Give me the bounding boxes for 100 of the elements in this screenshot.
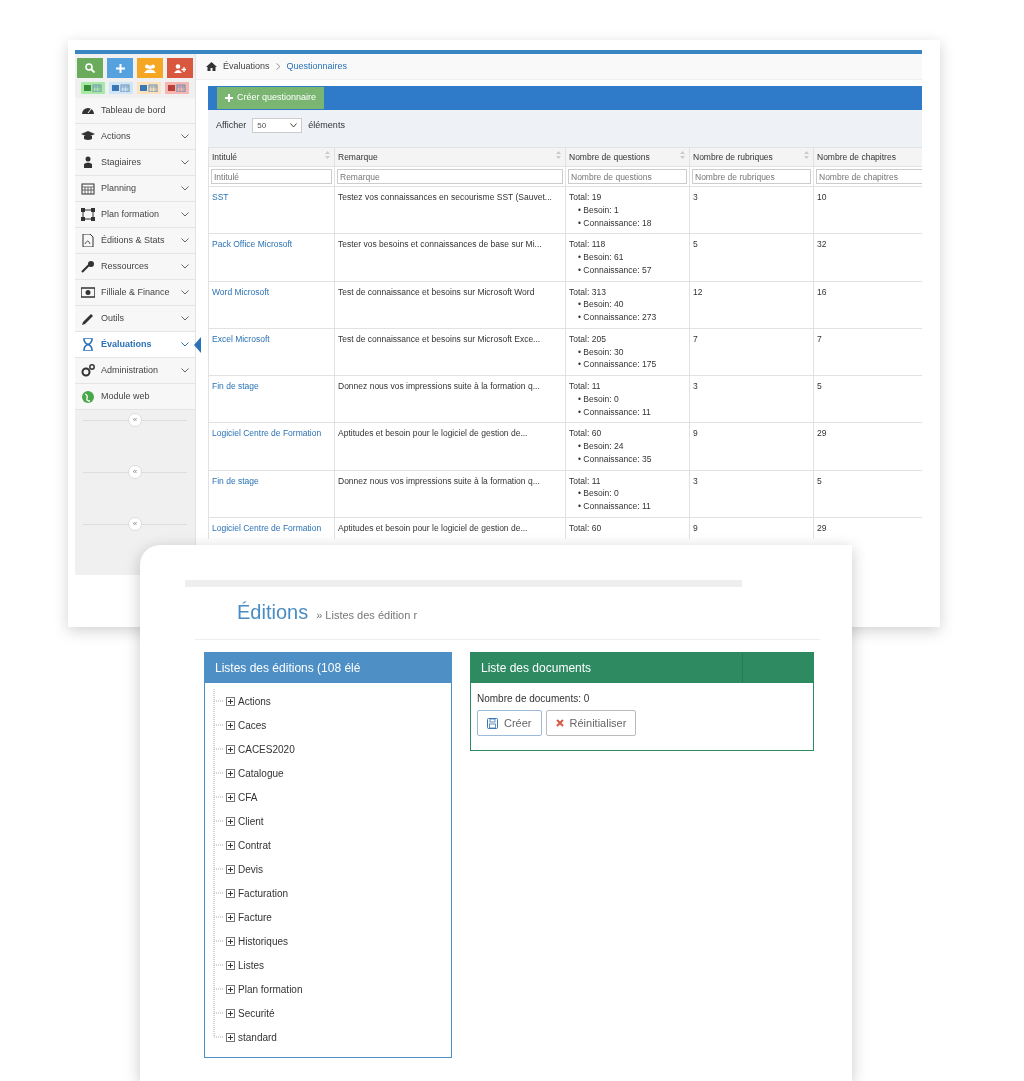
tree-line — [213, 713, 223, 737]
user-add-button[interactable] — [167, 58, 193, 78]
tree-item[interactable]: CFA — [238, 789, 258, 805]
expand-icon[interactable] — [226, 816, 235, 826]
tree-item[interactable]: Listes — [238, 957, 265, 973]
filter-field[interactable]: Remarque — [337, 169, 563, 184]
cross-icon — [555, 719, 564, 727]
sidebar-item[interactable]: Actions — [75, 124, 195, 150]
column-header[interactable]: Intitulé — [208, 147, 335, 167]
calendar-shortcut-icon — [168, 84, 186, 92]
questionnaire-link[interactable]: Fin de stage — [212, 381, 259, 391]
expand-icon[interactable] — [226, 1032, 235, 1042]
tree-item[interactable]: CACES2020 — [238, 741, 295, 757]
sidebar-item[interactable]: Planning — [75, 176, 195, 202]
tree-item[interactable]: Plan formation — [238, 981, 303, 997]
search-icon — [85, 63, 95, 73]
expand-icon[interactable] — [226, 888, 235, 898]
document-count: Nombre de documents: 0 — [477, 692, 591, 706]
table-cell: 5 — [813, 375, 922, 423]
sidebar-item[interactable]: Filliale & Finance — [75, 280, 195, 306]
questionnaire-link[interactable]: Excel Microsoft — [212, 333, 270, 344]
question-total: Total: 313 — [569, 285, 607, 299]
table-cell: Test de connaissance et besoins sur Microsoft Word — [334, 281, 566, 329]
tree-item[interactable]: Catalogue — [238, 765, 284, 781]
sidebar-item[interactable]: Administration — [75, 358, 195, 384]
question-count: • Besoin: 0 — [578, 487, 620, 500]
questionnaire-link[interactable]: Word Microsoft — [212, 286, 269, 297]
question-count: • Besoin: 24 — [578, 440, 625, 453]
tree-item[interactable]: Historiques — [238, 933, 289, 949]
create-button[interactable]: Créer — [477, 710, 542, 736]
tree-item[interactable]: Actions — [238, 693, 271, 709]
question-count: • Besoin: 30 — [578, 345, 625, 359]
tree-item[interactable]: Facture — [238, 909, 272, 925]
tree-item[interactable]: Client — [238, 813, 264, 829]
column-header[interactable]: Nombre de questions — [565, 147, 690, 167]
add-button[interactable] — [107, 58, 133, 78]
tree-item[interactable]: Securité — [238, 1005, 275, 1021]
filter-field[interactable]: Nombre de chapitres — [816, 169, 922, 184]
table-cell: Test de connaissance et besoins sur Microsoft Exce... — [334, 328, 566, 376]
filter-field[interactable]: Intitulé — [211, 169, 332, 184]
tree-item[interactable]: Facturation — [238, 885, 289, 901]
breadcrumb-subtitle: » Listes des édition r — [316, 608, 418, 623]
expand-icon[interactable] — [226, 912, 235, 922]
selection-pointer-icon — [194, 337, 201, 353]
tree-item[interactable]: Devis — [238, 861, 263, 877]
breadcrumb-link[interactable]: Évaluations — [223, 59, 270, 74]
filter-field[interactable]: Nombre de questions — [568, 169, 687, 184]
sidebar-item[interactable]: Plan formation — [75, 202, 195, 228]
calendar-shortcut-icon — [112, 84, 130, 92]
reset-button[interactable]: Réinitialiser — [545, 710, 637, 736]
tree-item[interactable]: Contrat — [238, 837, 271, 853]
question-total: Total: 205 — [569, 332, 607, 346]
questionnaire-link[interactable]: SST — [212, 192, 229, 202]
expand-icon[interactable] — [226, 960, 235, 970]
expand-icon[interactable] — [226, 984, 235, 994]
table-cell: 7 — [689, 328, 814, 376]
expand-icon[interactable] — [226, 792, 235, 802]
sidebar-item[interactable]: Éditions & Stats — [75, 228, 195, 254]
collapse-toggle[interactable]: « — [128, 517, 142, 531]
graduation-cap-icon — [81, 130, 95, 143]
questionnaire-link[interactable]: Pack Office Microsoft — [212, 239, 293, 250]
question-total: Total: 11 — [569, 474, 602, 488]
expand-icon[interactable] — [226, 1008, 235, 1018]
expand-icon[interactable] — [226, 744, 235, 754]
collapse-toggle[interactable]: « — [128, 465, 142, 479]
calendar-shortcut-icon — [84, 84, 102, 92]
table-cell: Aptitudes et besoin pour le logiciel de gestion de... — [334, 517, 566, 539]
sidebar-item[interactable]: Outils — [75, 306, 195, 332]
table-cell: 10 — [813, 186, 922, 234]
sidebar-item[interactable]: Module web — [75, 384, 195, 410]
expand-icon[interactable] — [226, 864, 235, 874]
question-count: • Connaissance: 11 — [578, 405, 652, 419]
search-button[interactable] — [77, 58, 103, 78]
sidebar-item[interactable]: Ressources — [75, 254, 195, 280]
column-header[interactable]: Remarque — [334, 147, 566, 167]
panel-title: Listes des éditions (108 élé — [205, 653, 451, 683]
sidebar-item[interactable]: Tableau de bord — [75, 98, 195, 124]
column-header[interactable]: Nombre de rubriques — [689, 147, 814, 167]
expand-icon[interactable] — [226, 936, 235, 946]
tree-item[interactable]: Caces — [238, 717, 267, 733]
collapse-toggle[interactable]: « — [128, 413, 142, 427]
tree-line — [213, 929, 223, 953]
questionnaire-link[interactable]: Fin de stage — [212, 475, 259, 486]
filter-field[interactable]: Nombre de rubriques — [692, 169, 811, 184]
document-icon — [81, 234, 95, 247]
frame-icon — [81, 208, 95, 221]
expand-icon[interactable] — [226, 840, 235, 850]
table-cell: Testez vos connaissances en secourisme SST (Sauvet... — [334, 186, 566, 234]
expand-icon[interactable] — [226, 768, 235, 778]
expand-icon[interactable] — [226, 696, 235, 706]
sidebar-item[interactable]: Stagiaires — [75, 150, 195, 176]
tree-item[interactable]: standard — [238, 1029, 277, 1045]
globe-icon — [81, 390, 95, 403]
question-total: Total: 60 — [569, 427, 603, 440]
page-length-select[interactable]: 50 — [252, 118, 303, 133]
table-cell: 3 — [689, 375, 814, 423]
breadcrumb-current: Questionnaires — [286, 59, 348, 73]
questionnaire-link[interactable]: Logiciel Centre de Formation — [212, 428, 322, 439]
expand-icon[interactable] — [226, 720, 235, 730]
tree-line — [213, 761, 223, 785]
